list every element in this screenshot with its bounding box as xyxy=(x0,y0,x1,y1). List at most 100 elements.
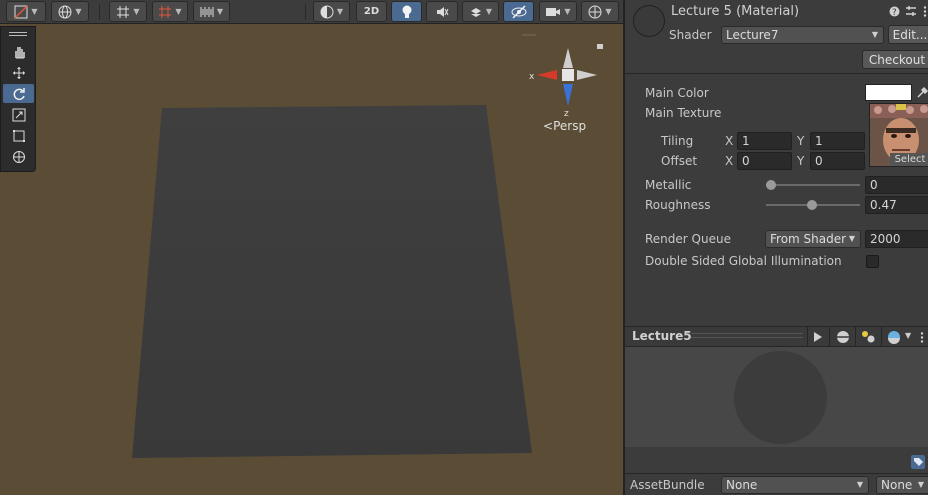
divider xyxy=(881,327,882,347)
tiling-x-label: X xyxy=(725,134,734,148)
divider xyxy=(625,473,928,474)
tiling-y-field[interactable]: 1 xyxy=(810,132,865,150)
chevron-down-icon: ▼ xyxy=(917,480,924,489)
toggle-2d-button[interactable]: 2D xyxy=(356,1,387,22)
audio-toggle[interactable] xyxy=(426,1,458,22)
ruler-dropdown[interactable]: ▼ xyxy=(193,1,230,22)
asset-bundle-dropdown[interactable]: None ▼ xyxy=(721,476,869,494)
checkout-button[interactable]: Checkout xyxy=(862,50,928,69)
draw-shaded-dropdown[interactable]: ▼ xyxy=(313,1,350,22)
camera-dropdown[interactable]: ▼ xyxy=(539,1,577,22)
metallic-slider-track[interactable] xyxy=(766,184,860,186)
more-options-icon[interactable] xyxy=(921,6,928,17)
double-sided-gi-label: Double Sided Global Illumination xyxy=(645,254,842,268)
asset-bundle-value: None xyxy=(726,478,758,492)
hidden-objects-toggle[interactable] xyxy=(503,1,534,22)
tiling-label: Tiling xyxy=(661,134,694,148)
svg-text:?: ? xyxy=(892,8,897,17)
roughness-field[interactable]: 0.47 xyxy=(865,196,928,214)
grid-snap-dropdown[interactable]: ▼ xyxy=(109,1,147,22)
tiling-y-label: Y xyxy=(797,134,805,148)
double-sided-gi-checkbox[interactable] xyxy=(866,255,879,268)
metallic-field[interactable]: 0 xyxy=(865,176,928,194)
tiling-x-field[interactable]: 1 xyxy=(737,132,792,150)
palette-grip[interactable] xyxy=(9,32,27,33)
gizmo-neg-x-cone[interactable] xyxy=(577,70,597,80)
edit-button-label: Edit... xyxy=(892,27,928,42)
gizmos-icon xyxy=(588,5,602,18)
rect-tool[interactable] xyxy=(3,126,34,145)
play-icon[interactable] xyxy=(813,331,823,343)
preview-drag-handle[interactable] xyxy=(691,333,803,334)
render-queue-label: Render Queue xyxy=(645,232,731,246)
scale-tool[interactable] xyxy=(3,105,34,124)
unity-editor: ▼ ▼ ▼ ▼ ▼ ▼ 2D ▼ ▼ ▼ x z <Persp Lecture … xyxy=(0,0,928,495)
gizmo-y-axis-cone[interactable] xyxy=(563,48,573,68)
scene-lighting-toggle[interactable] xyxy=(391,1,422,22)
more-options-icon[interactable] xyxy=(919,332,925,343)
increment-snap-dropdown[interactable]: ▼ xyxy=(152,1,188,22)
preview-title: Lecture5 xyxy=(632,329,692,343)
eyedropper-icon[interactable] xyxy=(916,86,928,98)
move-tool[interactable] xyxy=(3,63,34,82)
asset-bundle-variant-dropdown[interactable]: None ▼ xyxy=(876,476,928,494)
edit-shader-button[interactable]: Edit... xyxy=(888,25,928,44)
offset-y-field[interactable]: 0 xyxy=(810,152,865,170)
texture-slot[interactable]: Select xyxy=(869,103,928,167)
checkout-button-label: Checkout xyxy=(868,52,926,67)
global-local-dropdown[interactable]: ▼ xyxy=(51,1,89,22)
effects-dropdown[interactable]: ▼ xyxy=(462,1,499,22)
roughness-label: Roughness xyxy=(645,198,711,212)
palette-grip[interactable] xyxy=(9,35,27,36)
scene-view[interactable]: ▼ ▼ ▼ ▼ ▼ ▼ 2D ▼ ▼ ▼ x z <Persp xyxy=(0,0,623,495)
gizmo-center-cube[interactable] xyxy=(562,69,574,81)
orientation-gizmo[interactable]: x z xyxy=(525,44,605,120)
shader-value: Lecture7 xyxy=(726,28,779,42)
divider xyxy=(855,327,856,347)
preset-icon[interactable] xyxy=(905,5,917,17)
metallic-slider-thumb[interactable] xyxy=(766,180,776,190)
transform-tool[interactable] xyxy=(3,147,34,166)
chevron-down-icon: ▼ xyxy=(856,480,863,489)
asset-label-icon[interactable] xyxy=(911,455,925,469)
rotate-icon xyxy=(13,87,25,100)
offset-x-field[interactable]: 0 xyxy=(737,152,792,170)
chevron-down-icon[interactable]: ▼ xyxy=(905,331,911,340)
help-icon[interactable]: ? xyxy=(889,6,900,17)
render-queue-field[interactable]: 2000 xyxy=(865,230,928,248)
draw-mode-dropdown[interactable]: ▼ xyxy=(6,1,46,22)
globe-icon xyxy=(58,5,72,18)
sphere-preview-icon[interactable] xyxy=(836,330,850,344)
main-color-swatch[interactable] xyxy=(865,84,912,101)
audio-mute-icon xyxy=(437,6,449,17)
grid-icon xyxy=(117,5,130,18)
texture-select-button[interactable]: Select xyxy=(890,153,928,166)
plane-mesh[interactable] xyxy=(132,105,532,458)
preview-background-icon[interactable] xyxy=(887,330,901,344)
preview-header: Lecture5 ▼ xyxy=(625,326,928,347)
rotate-tool[interactable] xyxy=(3,84,34,103)
toolbar-separator xyxy=(99,4,100,20)
scene-toolbar: ▼ ▼ ▼ ▼ ▼ ▼ 2D ▼ ▼ ▼ xyxy=(0,0,623,24)
material-preview[interactable] xyxy=(625,347,928,447)
preview-drag-handle[interactable] xyxy=(691,337,803,338)
effects-icon xyxy=(470,7,481,17)
render-queue-dropdown[interactable]: From Shader ▼ xyxy=(765,230,861,248)
gizmo-z-label: z xyxy=(564,109,569,119)
roughness-slider-thumb[interactable] xyxy=(807,200,817,210)
gizmo-x-label: x xyxy=(529,72,535,82)
hand-tool[interactable] xyxy=(3,42,34,61)
asset-bundle-label: AssetBundle xyxy=(630,478,705,492)
gizmos-dropdown[interactable]: ▼ xyxy=(581,1,619,22)
lock-icon[interactable] xyxy=(597,44,603,49)
lightbulb-icon xyxy=(402,5,411,18)
metallic-label: Metallic xyxy=(645,178,692,192)
shader-dropdown[interactable]: Lecture7 ▼ xyxy=(721,26,884,44)
sphere-shaded-icon xyxy=(320,5,334,18)
projection-toggle[interactable]: <Persp xyxy=(543,119,586,133)
asset-bundle-variant-value: None xyxy=(881,478,913,492)
preview-lights-icon[interactable] xyxy=(861,330,875,344)
gizmo-z-axis-cone[interactable] xyxy=(563,84,573,106)
gizmo-x-axis-cone[interactable] xyxy=(537,70,557,80)
chevron-down-icon: ▼ xyxy=(871,30,878,39)
